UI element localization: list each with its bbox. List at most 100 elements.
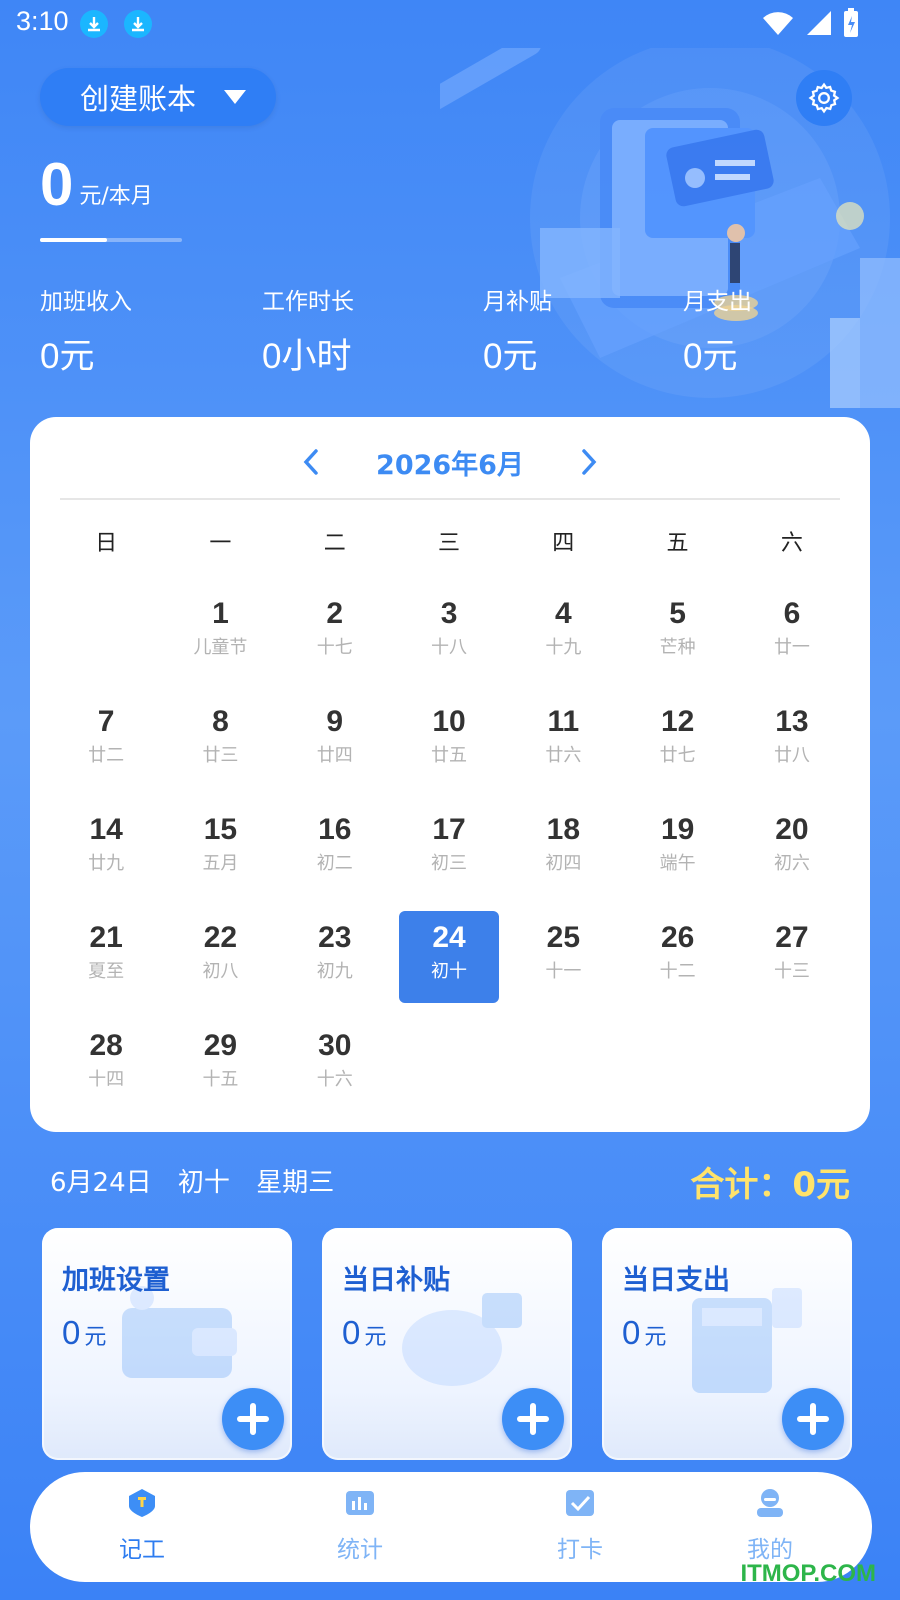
calendar-day-number: 30 xyxy=(318,1029,352,1062)
calendar-day[interactable]: 7 廿二 xyxy=(56,695,156,787)
stat-work-hours: 工作时长 0小时 xyxy=(262,282,354,379)
ledger-selector-button[interactable]: 创建账本 xyxy=(40,68,276,126)
chevron-left-icon xyxy=(303,449,318,475)
calendar-day-number: 10 xyxy=(432,705,466,738)
calendar-day[interactable]: 3 十八 xyxy=(399,587,499,679)
calendar-day[interactable]: 20 初六 xyxy=(742,803,842,895)
calendar-day-number: 23 xyxy=(318,921,352,954)
stat-value: 0元 xyxy=(483,337,538,376)
calendar-lunar-label: 十二 xyxy=(659,961,696,982)
calendar-day[interactable]: 1 儿童节 xyxy=(170,587,270,679)
calendar-divider xyxy=(60,498,840,500)
nav-item-mine[interactable]: 我的 xyxy=(710,1486,830,1564)
card-value-number: 0 xyxy=(62,1314,81,1351)
calendar-day[interactable]: 30 十六 xyxy=(285,1019,385,1111)
calendar-day[interactable]: 19 端午 xyxy=(628,803,728,895)
weekday-header: 日 一 二 三 四 五 六 xyxy=(49,525,849,557)
calendar-day-number: 1 xyxy=(212,597,229,630)
calendar-day[interactable]: 6 廿一 xyxy=(742,587,842,679)
calendar-lunar-label: 初九 xyxy=(316,961,353,982)
calendar-day-number: 3 xyxy=(440,597,458,630)
calendar-lunar-label: 廿五 xyxy=(431,745,468,766)
calendar-lunar-label: 十八 xyxy=(431,637,468,658)
nav-item-statistics[interactable]: 统计 xyxy=(300,1486,420,1564)
calendar-day-number: 25 xyxy=(546,921,581,954)
calendar-day[interactable]: 25 十一 xyxy=(513,911,613,1003)
calendar-lunar-label: 十七 xyxy=(316,637,353,658)
calendar-day-number: 8 xyxy=(212,705,229,738)
weekday-label: 一 xyxy=(209,531,232,556)
card-title: 加班设置 xyxy=(62,1265,170,1296)
add-subsidy-button[interactable] xyxy=(502,1388,564,1450)
nav-item-record[interactable]: 记工 xyxy=(82,1486,202,1564)
calendar-lunar-label: 初八 xyxy=(202,961,239,982)
calendar-lunar-label: 廿三 xyxy=(202,745,239,766)
calendar-day[interactable]: 16 初二 xyxy=(285,803,385,895)
calendar-day[interactable]: 27 十三 xyxy=(742,911,842,1003)
calendar-day[interactable]: 22 初八 xyxy=(170,911,270,1003)
stat-value: 0元 xyxy=(683,337,738,376)
calendar-day[interactable]: 21 夏至 xyxy=(56,911,156,1003)
weekday-label: 四 xyxy=(552,531,575,556)
calendar-day[interactable]: 2 十七 xyxy=(285,587,385,679)
selected-lunar: 初十 xyxy=(177,1168,230,1198)
calendar-day[interactable]: 13 廿八 xyxy=(742,695,842,787)
calendar-lunar-label: 廿二 xyxy=(88,745,125,766)
record-icon xyxy=(129,1489,155,1517)
calendar-lunar-label: 廿八 xyxy=(773,745,810,766)
nav-label: 打卡 xyxy=(557,1537,603,1563)
monthly-amount: 0 元/本月 xyxy=(40,150,153,220)
selected-date-info: 6月24日 初十 星期三 xyxy=(50,1162,352,1199)
download-icon xyxy=(80,10,108,38)
calendar-lunar-label: 端午 xyxy=(659,853,696,874)
calendar-lunar-label: 廿九 xyxy=(88,853,125,874)
prev-month-button[interactable] xyxy=(286,437,336,487)
calendar-day[interactable]: 9 廿四 xyxy=(285,695,385,787)
calendar-lunar-label: 十六 xyxy=(316,1069,353,1090)
calendar-day[interactable]: 10 廿五 xyxy=(399,695,499,787)
add-expense-button[interactable] xyxy=(782,1388,844,1450)
card-value-number: 0 xyxy=(622,1314,641,1351)
calendar-day-number: 11 xyxy=(547,705,580,738)
calendar-day[interactable]: 11 廿六 xyxy=(513,695,613,787)
next-month-button[interactable] xyxy=(564,437,614,487)
nav-label: 记工 xyxy=(119,1537,165,1563)
nav-item-checkin[interactable]: 打卡 xyxy=(520,1486,640,1564)
battery-icon xyxy=(844,8,858,37)
add-overtime-button[interactable] xyxy=(222,1388,284,1450)
weekday-label: 三 xyxy=(437,531,460,556)
calendar-day[interactable]: 15 五月 xyxy=(170,803,270,895)
calendar-lunar-label: 儿童节 xyxy=(193,637,248,658)
calendar-day-number: 28 xyxy=(89,1029,123,1062)
calendar-day-number: 16 xyxy=(318,813,352,846)
nav-label: 我的 xyxy=(747,1537,793,1563)
calendar-day[interactable]: 5 芒种 xyxy=(628,587,728,679)
calendar-day-selected[interactable]: 24 初十 xyxy=(399,911,500,1003)
wifi-icon xyxy=(763,12,793,36)
overtime-settings-card[interactable]: 加班设置 0元 xyxy=(42,1228,292,1460)
weekday-label: 二 xyxy=(323,531,346,556)
stat-value: 0小时 xyxy=(262,337,352,376)
selected-weekday: 星期三 xyxy=(256,1168,335,1198)
calendar-day[interactable]: 28 十四 xyxy=(56,1019,156,1111)
stats-row: 加班收入 0元 工作时长 0小时 月补贴 0元 月支出 0元 xyxy=(40,282,860,376)
calendar-day[interactable]: 29 十五 xyxy=(170,1019,270,1111)
month-progress-bar xyxy=(40,238,182,242)
card-value-number: 0 xyxy=(342,1314,361,1351)
weekday-label: 五 xyxy=(666,531,689,556)
daily-expense-card[interactable]: 当日支出 0元 xyxy=(602,1228,852,1460)
monthly-amount-unit: 元/本月 xyxy=(79,184,153,209)
calendar-day[interactable]: 23 初九 xyxy=(285,911,385,1003)
settings-button[interactable] xyxy=(796,70,852,126)
daily-subsidy-card[interactable]: 当日补贴 0元 xyxy=(322,1228,572,1460)
calendar-day[interactable]: 18 初四 xyxy=(513,803,613,895)
card-title: 当日支出 xyxy=(622,1265,730,1296)
calendar-day[interactable]: 14 廿九 xyxy=(56,803,156,895)
calendar-day[interactable]: 8 廿三 xyxy=(170,695,270,787)
status-time: 3:10 xyxy=(16,6,69,36)
calendar-day[interactable]: 12 廿七 xyxy=(628,695,728,787)
calendar-day[interactable]: 26 十二 xyxy=(628,911,728,1003)
calendar-day[interactable]: 4 十九 xyxy=(513,587,613,679)
calendar-day[interactable]: 17 初三 xyxy=(399,803,499,895)
calendar-lunar-label: 初十 xyxy=(431,961,468,982)
